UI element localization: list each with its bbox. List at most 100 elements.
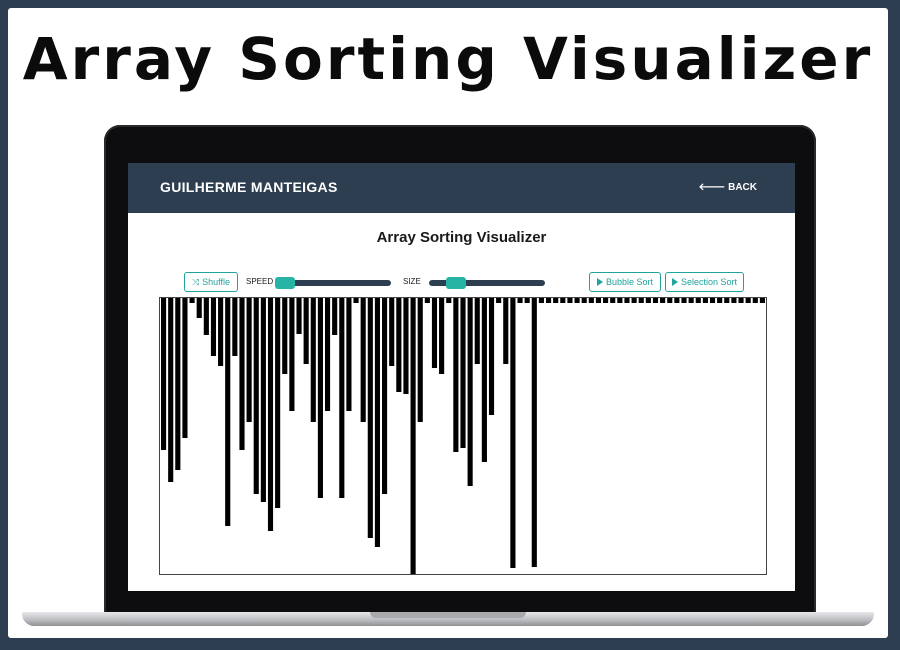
array-bar <box>253 298 259 494</box>
array-bar <box>303 298 309 364</box>
array-bar <box>367 298 373 538</box>
array-bar <box>439 298 445 374</box>
array-bar <box>203 298 209 335</box>
array-bar <box>396 298 402 392</box>
array-bar <box>374 298 381 547</box>
array-bar <box>389 298 395 366</box>
array-bar <box>317 298 323 498</box>
array-bar <box>474 298 480 364</box>
array-bar <box>324 298 331 411</box>
bars-container <box>159 297 767 575</box>
array-bar <box>467 298 473 486</box>
array-bar <box>688 298 694 303</box>
array-bar <box>759 298 765 303</box>
array-bar <box>182 298 188 438</box>
play-icon <box>671 278 678 286</box>
back-link[interactable]: 🡐 BACK <box>699 181 757 193</box>
array-bar <box>538 298 544 303</box>
shuffle-button[interactable]: ⤨ Shuffle <box>184 272 238 292</box>
bubble-sort-label: Bubble Sort <box>605 277 654 287</box>
array-bar <box>745 298 751 303</box>
array-bar <box>353 298 359 303</box>
array-bar <box>553 298 559 303</box>
array-bar <box>603 298 609 303</box>
array-bar <box>296 298 302 334</box>
array-bar <box>631 298 637 303</box>
array-bar <box>424 298 430 303</box>
selection-sort-button[interactable]: Selection Sort <box>665 272 744 292</box>
array-bar <box>232 298 238 356</box>
array-bar <box>260 298 266 502</box>
array-bar <box>517 298 523 303</box>
array-bar <box>531 298 537 567</box>
array-bar <box>175 298 181 470</box>
shuffle-icon: ⤨ <box>191 276 200 287</box>
array-bar <box>652 298 659 303</box>
array-bar <box>410 298 416 574</box>
array-bar <box>218 298 224 366</box>
speed-slider-thumb[interactable] <box>275 277 295 289</box>
play-icon <box>596 278 603 286</box>
array-bar <box>239 298 245 450</box>
poster-frame: Array Sorting Visualizer GUILHERME MANTE… <box>8 8 888 638</box>
array-bar <box>524 298 530 303</box>
size-slider[interactable] <box>429 277 545 289</box>
array-bar <box>717 298 723 303</box>
array-bar <box>567 298 573 303</box>
size-label: SIZE <box>403 277 421 286</box>
hero-title: Array Sorting Visualizer <box>22 25 874 93</box>
array-bar <box>617 298 623 303</box>
array-bar <box>595 298 602 303</box>
size-slider-thumb[interactable] <box>446 277 467 289</box>
array-bar <box>660 298 666 303</box>
array-bar <box>332 298 338 335</box>
array-bar <box>560 298 566 303</box>
array-bar <box>403 298 409 394</box>
array-bar <box>545 298 552 303</box>
array-bar <box>161 298 167 450</box>
speed-label: SPEED <box>246 277 274 286</box>
array-bar <box>267 298 274 531</box>
array-bar <box>681 298 687 303</box>
array-bar <box>225 298 231 526</box>
array-bar <box>695 298 701 303</box>
array-bar <box>360 298 366 422</box>
app-title: Array Sorting Visualizer <box>376 229 547 246</box>
array-bar <box>460 298 466 448</box>
array-bar <box>189 298 195 303</box>
laptop-screen: GUILHERME MANTEIGAS 🡐 BACK Array Sorting… <box>128 163 795 591</box>
array-bar <box>752 298 758 303</box>
brand-name[interactable]: GUILHERME MANTEIGAS <box>160 179 338 195</box>
bars-canvas <box>161 298 765 574</box>
array-bar <box>310 298 316 422</box>
selection-sort-label: Selection Sort <box>680 277 738 287</box>
array-bar <box>481 298 487 462</box>
array-bar <box>624 298 630 303</box>
array-bar <box>503 298 509 364</box>
array-bar <box>510 298 516 568</box>
array-bar <box>282 298 288 374</box>
array-bar <box>709 298 716 303</box>
array-bar <box>610 298 616 303</box>
array-bar <box>382 298 388 494</box>
array-bar <box>210 298 217 356</box>
array-bar <box>731 298 737 303</box>
array-bar <box>581 298 587 303</box>
array-bar <box>588 298 594 303</box>
array-bar <box>496 298 502 303</box>
array-bar <box>289 298 295 411</box>
array-bar <box>339 298 345 498</box>
navbar: GUILHERME MANTEIGAS 🡐 BACK <box>128 163 795 213</box>
array-bar <box>168 298 174 482</box>
array-bar <box>246 298 252 422</box>
bubble-sort-button[interactable]: Bubble Sort <box>589 272 661 292</box>
array-bar <box>446 298 452 303</box>
array-bar <box>574 298 580 303</box>
speed-slider[interactable] <box>275 277 391 289</box>
array-bar <box>738 298 744 303</box>
array-bar <box>702 298 708 303</box>
array-bar <box>674 298 680 303</box>
array-bar <box>488 298 495 415</box>
array-bar <box>724 298 730 303</box>
array-bar <box>346 298 352 411</box>
